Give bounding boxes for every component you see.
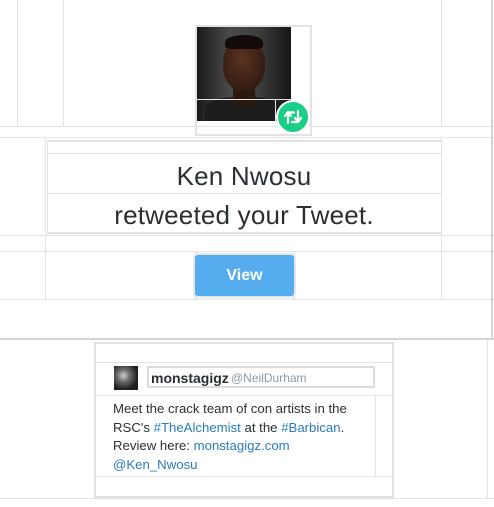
grid-line <box>0 137 494 138</box>
view-button[interactable]: View <box>195 255 294 296</box>
url-link[interactable]: monstagigz.com <box>194 438 290 453</box>
grid-line <box>491 0 493 338</box>
tweet-author-handle[interactable]: @NeilDurham <box>231 371 307 385</box>
grid-line <box>47 232 441 234</box>
grid-line <box>0 299 494 300</box>
hashtag-link[interactable]: #Barbican <box>281 420 340 435</box>
grid-line <box>0 126 494 127</box>
grid-line <box>94 362 394 363</box>
grid-line <box>94 395 394 396</box>
grid-line <box>441 0 442 126</box>
retweet-icon <box>276 100 310 134</box>
grid-line <box>487 340 488 498</box>
grid-line <box>45 137 46 300</box>
grid-line <box>0 251 494 252</box>
grid-line <box>0 498 494 499</box>
grid-line <box>0 338 494 340</box>
grid-line <box>94 476 394 477</box>
retweeter-name: Ken Nwosu <box>176 161 312 191</box>
notification-text: retweeted your Tweet. <box>114 200 374 230</box>
tweet-text-part: at the <box>240 419 282 435</box>
tweet-author-name[interactable]: monstagigz <box>151 370 229 386</box>
avatar-hair <box>225 35 263 49</box>
hashtag-link[interactable]: #TheAlchemist <box>154 420 241 435</box>
grid-line <box>63 0 64 126</box>
grid-line <box>47 140 441 142</box>
mention-link[interactable]: @Ken_Nwosu <box>113 457 198 472</box>
tweet-author-avatar[interactable] <box>114 366 138 390</box>
grid-line <box>441 137 442 300</box>
grid-line <box>195 134 312 136</box>
grid-line <box>310 25 312 136</box>
grid-line <box>47 153 441 154</box>
grid-line <box>17 0 18 126</box>
grid-line <box>47 193 441 194</box>
tweet-text: Meet the crack team of con artists in th… <box>113 400 375 474</box>
grid-line <box>197 99 291 100</box>
grid-line <box>0 235 494 236</box>
grid-line <box>375 395 376 476</box>
retweeter-avatar[interactable] <box>197 27 291 121</box>
